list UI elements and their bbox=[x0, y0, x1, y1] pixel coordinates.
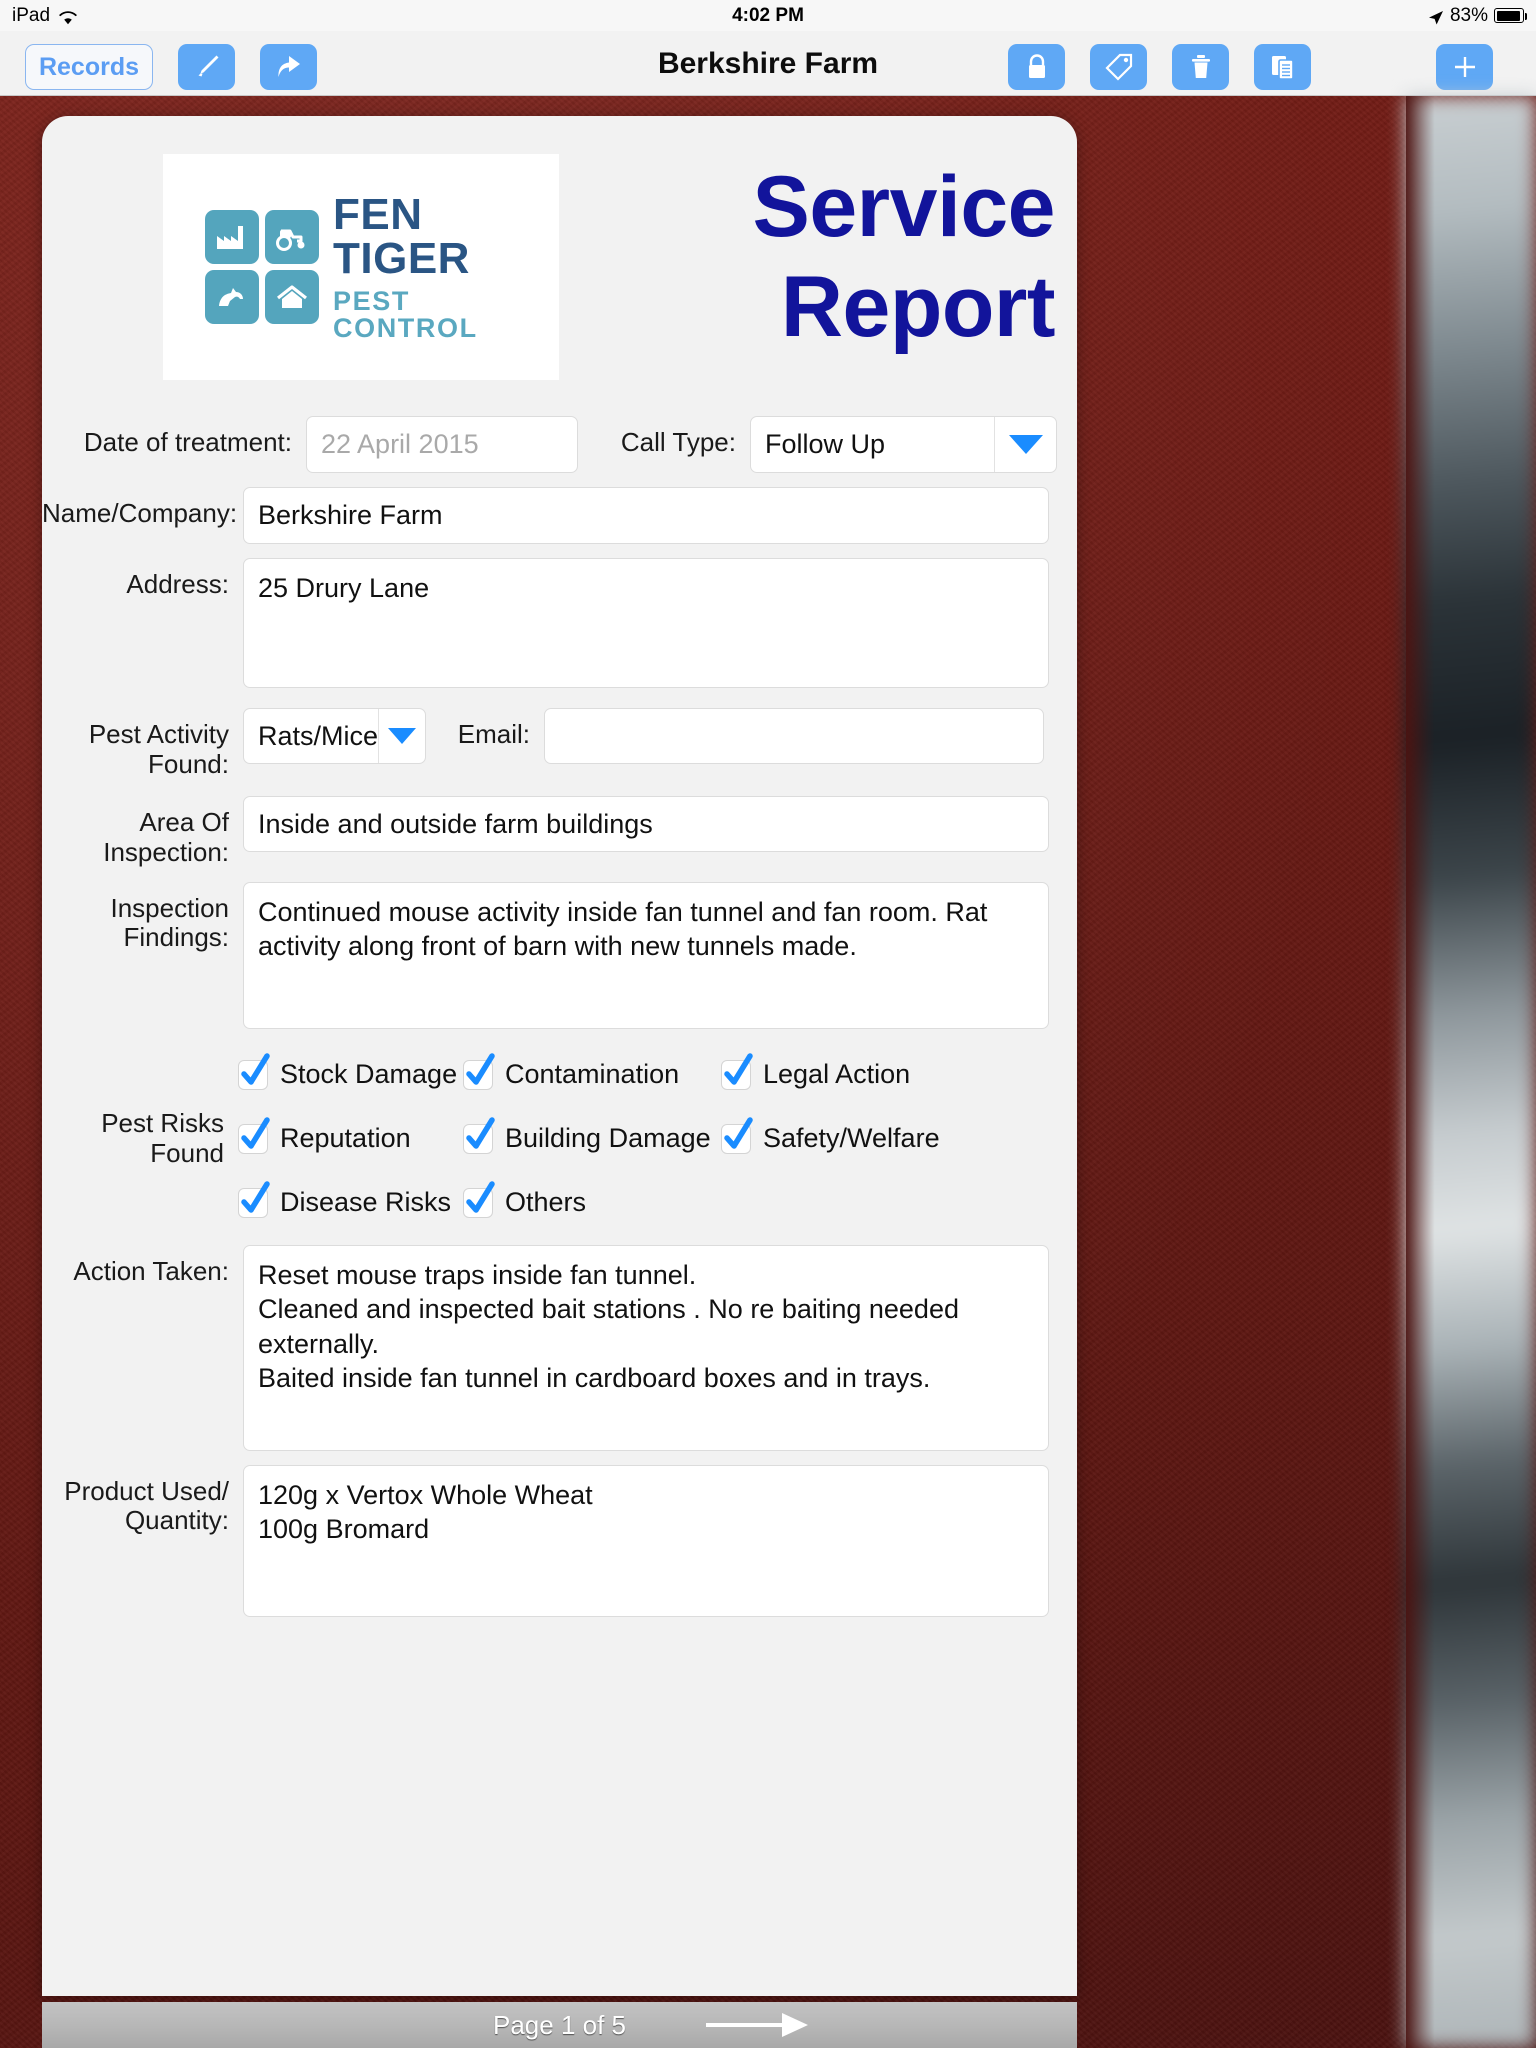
call-type-dropdown[interactable]: Follow Up bbox=[750, 416, 1057, 473]
inspection-findings-row: Inspection Findings: Continued mouse act… bbox=[42, 881, 1077, 1029]
email-input[interactable] bbox=[544, 708, 1044, 764]
inspection-findings-label: Inspection Findings: bbox=[110, 892, 229, 953]
checkbox-icon[interactable] bbox=[238, 1052, 270, 1090]
action-taken-row: Action Taken: Reset mouse traps inside f… bbox=[42, 1244, 1077, 1451]
action-taken-input[interactable]: Reset mouse traps inside fan tunnel. Cle… bbox=[243, 1244, 1049, 1451]
address-row: Address: 25 Drury Lane bbox=[42, 558, 1077, 688]
area-inspection-row: Area Of Inspection: Inside and outside f… bbox=[42, 795, 1077, 868]
pest-activity-label: Pest Activity Found: bbox=[88, 719, 229, 779]
pest-risks-label: Pest Risks Found bbox=[101, 1107, 224, 1168]
address-input[interactable]: 25 Drury Lane bbox=[243, 558, 1049, 688]
nav-toolbar: Records Berkshire Farm bbox=[0, 31, 1536, 96]
status-bar: iPad 4:02 PM 83% bbox=[0, 0, 1536, 31]
logo-icon-grid bbox=[205, 210, 319, 324]
background-photo-mask bbox=[1406, 96, 1536, 2048]
pest-activity-email-row: Pest Activity Found: Rats/Mice Email: bbox=[42, 708, 1077, 780]
page-indicator: Page 1 of 5 bbox=[493, 2009, 626, 2040]
inspection-findings-input[interactable]: Continued mouse activity inside fan tunn… bbox=[243, 881, 1049, 1029]
checkbox-label: Safety/Welfare bbox=[763, 1123, 940, 1154]
company-logo: FEN TIGER PEST CONTROL bbox=[163, 154, 559, 380]
status-bar-right: 83% bbox=[1428, 4, 1527, 27]
battery-icon bbox=[1494, 8, 1527, 23]
area-inspection-label: Area Of Inspection: bbox=[103, 806, 229, 867]
logo-secondary-text: PEST CONTROL bbox=[333, 285, 478, 343]
checkbox-icon[interactable] bbox=[463, 1116, 495, 1154]
checkbox-label: Legal Action bbox=[763, 1059, 911, 1090]
headline-line-2: Report bbox=[780, 258, 1056, 355]
checkbox-label: Contamination bbox=[505, 1059, 680, 1090]
next-page-button[interactable] bbox=[702, 2008, 812, 2047]
factory-icon bbox=[205, 210, 259, 264]
checkbox-legal-action[interactable]: Legal Action bbox=[721, 1052, 911, 1090]
headline-line-1: Service bbox=[752, 159, 1055, 255]
location-arrow-icon bbox=[1428, 10, 1444, 26]
area-inspection-input[interactable]: Inside and outside farm buildings bbox=[243, 795, 1049, 852]
pest-risks-row-1: Stock Damage Contamination Legal Action bbox=[238, 1043, 1043, 1107]
checkbox-icon[interactable] bbox=[463, 1052, 495, 1090]
email-label: Email: bbox=[457, 719, 530, 749]
status-bar-time: 4:02 PM bbox=[732, 4, 804, 26]
product-used-input[interactable]: 120g x Vertox Whole Wheat 100g Bromard bbox=[243, 1464, 1049, 1617]
date-label: Date of treatment: bbox=[83, 427, 292, 457]
checkbox-label: Others bbox=[505, 1187, 587, 1218]
chevron-down-icon[interactable] bbox=[994, 417, 1056, 472]
pest-activity-dropdown[interactable]: Rats/Mice bbox=[243, 708, 426, 764]
tractor-icon bbox=[265, 210, 319, 264]
checkbox-safety-welfare[interactable]: Safety/Welfare bbox=[721, 1116, 940, 1154]
checkbox-icon[interactable] bbox=[721, 1116, 753, 1154]
checkbox-disease-risks[interactable]: Disease Risks bbox=[238, 1180, 463, 1218]
report-headline: Service Report bbox=[575, 158, 1055, 358]
page-navigation-bar: Page 1 of 5 bbox=[42, 2002, 1077, 2048]
checkbox-icon[interactable] bbox=[463, 1180, 495, 1218]
call-type-value: Follow Up bbox=[765, 429, 886, 459]
checkbox-reputation[interactable]: Reputation bbox=[238, 1116, 463, 1154]
product-used-label: Product Used/ Quantity: bbox=[64, 1475, 229, 1536]
checkbox-icon[interactable] bbox=[238, 1116, 270, 1154]
checkbox-building-damage[interactable]: Building Damage bbox=[463, 1116, 721, 1154]
pest-risks-section: Pest Risks Found Stock Damage Contaminat… bbox=[42, 1043, 1077, 1235]
date-calltype-row: Date of treatment: 22 April 2015 Call Ty… bbox=[42, 416, 1077, 473]
checkbox-contamination[interactable]: Contamination bbox=[463, 1052, 721, 1090]
call-type-label: Call Type: bbox=[620, 427, 736, 457]
checkbox-icon[interactable] bbox=[238, 1180, 270, 1218]
pest-risks-row-3: Disease Risks Others bbox=[238, 1171, 1043, 1235]
name-company-input[interactable]: Berkshire Farm bbox=[243, 487, 1049, 544]
checkbox-label: Building Damage bbox=[505, 1123, 711, 1154]
house-icon bbox=[265, 270, 319, 324]
address-label: Address: bbox=[126, 569, 229, 599]
checkbox-icon[interactable] bbox=[721, 1052, 753, 1090]
name-company-row: Name/Company: Berkshire Farm bbox=[42, 487, 1077, 544]
checkbox-others[interactable]: Others bbox=[463, 1180, 721, 1218]
checkbox-label: Reputation bbox=[280, 1123, 411, 1154]
horse-icon bbox=[205, 270, 259, 324]
name-company-label: Name/Company: bbox=[42, 498, 238, 528]
chevron-down-icon-pest[interactable] bbox=[378, 709, 425, 763]
action-taken-label: Action Taken: bbox=[73, 1255, 229, 1286]
date-input[interactable]: 22 April 2015 bbox=[306, 416, 578, 473]
checkbox-stock-damage[interactable]: Stock Damage bbox=[238, 1052, 463, 1090]
pest-risks-grid: Stock Damage Contamination Legal Action … bbox=[238, 1043, 1043, 1235]
checkbox-label: Disease Risks bbox=[280, 1187, 452, 1218]
page-title: Berkshire Farm bbox=[657, 46, 879, 80]
service-report-form: Date of treatment: 22 April 2015 Call Ty… bbox=[42, 416, 1077, 1631]
battery-percent: 83% bbox=[1449, 4, 1488, 26]
pest-risks-row-2: Reputation Building Damage Safety/Welfar… bbox=[238, 1107, 1043, 1171]
logo-primary-text: FEN TIGER bbox=[333, 189, 470, 283]
next-arrow-icon bbox=[702, 2013, 812, 2046]
checkbox-label: Stock Damage bbox=[280, 1059, 458, 1090]
pest-activity-value: Rats/Mice bbox=[258, 720, 379, 751]
product-used-row: Product Used/ Quantity: 120g x Vertox Wh… bbox=[42, 1464, 1077, 1617]
service-report-card: FEN TIGER PEST CONTROL Service Report Da… bbox=[42, 116, 1077, 1996]
